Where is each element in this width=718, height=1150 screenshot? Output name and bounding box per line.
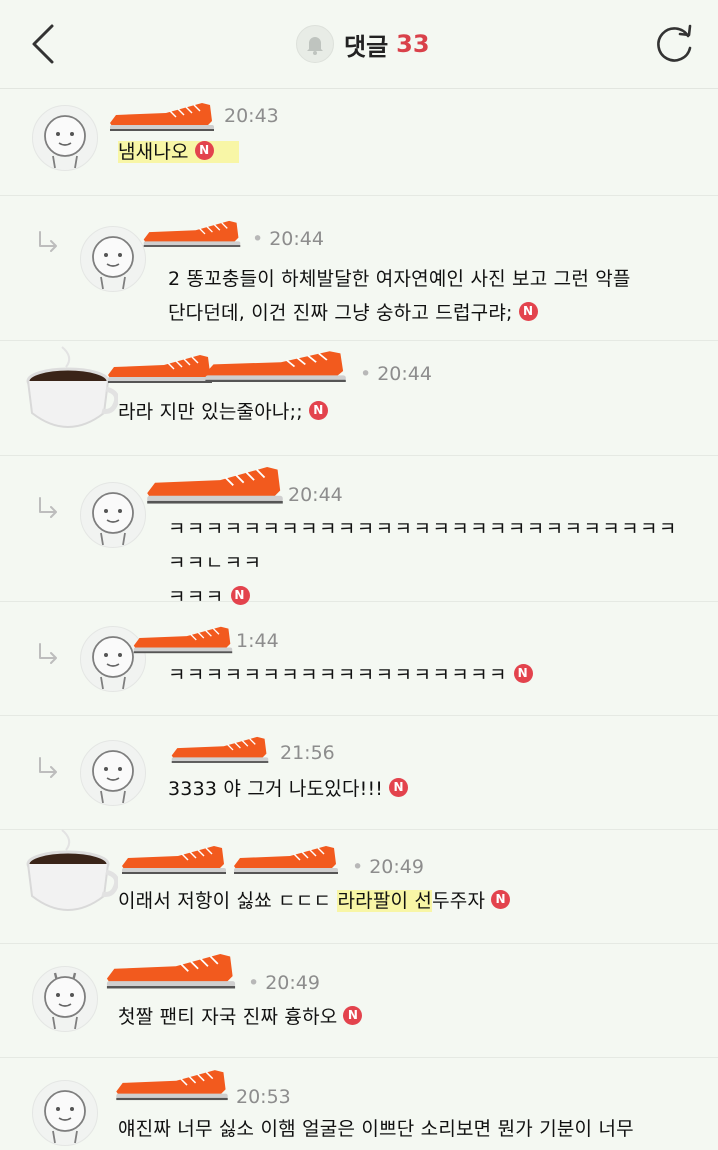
page-title: 댓글 [344,32,389,61]
comment-item[interactable]: 20:43 냄새나오 N [0,89,718,196]
comment-time: 20:44 [288,484,343,506]
comment-meta: • 20:49 [102,950,422,994]
refresh-icon [657,24,692,62]
comment-reply-item[interactable]: • 20:44 2 똥꼬충들이 하체발달한 여자연예인 사진 보고 그런 악플 단… [0,196,718,341]
character-avatar-icon [92,750,134,804]
comment-text: 냄새나오 N [118,135,678,169]
comment-time: • 20:44 [252,228,324,250]
top-bar: 댓글 33 [0,0,718,89]
refresh-button[interactable] [650,20,698,68]
comment-meta: • 20:44 [104,349,464,385]
comment-time: • 20:49 [248,972,320,994]
comment-reply-item[interactable]: 21:56 3333 야 그거 나도있다!!! N [0,716,718,830]
comment-item[interactable]: • 20:49 이래서 저항이 싫쑈 ㄷㄷㄷ 라라팔이 선두주자 N [0,830,718,944]
new-badge: N [343,1006,363,1025]
comment-time: 21:56 [280,742,335,764]
nickname-sticker[interactable] [106,101,218,131]
character-avatar-icon [44,1090,86,1144]
new-badge: N [518,302,538,321]
avatar[interactable] [32,105,98,171]
comment-item[interactable]: 20:53 얘진짜 너무 싫소 이햄 얼굴은 이쁘단 소리보면 뭔가 기분이 너… [0,1058,718,1150]
rabbit-avatar-icon [44,972,86,1030]
nickname-sticker[interactable] [112,1064,232,1104]
character-avatar-icon [44,115,86,169]
comment-text: 3333 야 그거 나도있다!!! N [168,772,688,806]
comment-count: 33 [396,30,430,58]
comment-text: 첫짤 팬티 자국 진짜 흉하오 N [118,1000,678,1034]
comment-time: • 20:44 [360,363,432,385]
coffee-cup-avatar-icon [22,824,118,920]
comment-meta: 20:44 [142,462,462,506]
new-badge: N [389,778,409,797]
comment-meta: 20:53 [112,1064,432,1108]
avatar[interactable] [32,1080,98,1146]
nickname-sticker[interactable] [118,842,350,876]
reply-arrow-icon [39,231,57,252]
comment-time: 20:43 [224,105,279,127]
comment-meta: 1:44 [130,624,450,654]
character-avatar-icon [92,492,134,546]
nickname-sticker[interactable] [142,462,288,506]
comment-item[interactable]: • 20:44 라라 지만 있는줄아나;; N [0,341,718,456]
new-badge: N [491,890,511,909]
nickname-sticker[interactable] [104,349,354,385]
reply-arrow-icon [39,497,57,518]
bell-icon [307,37,323,55]
comment-reply-item[interactable]: 20:44 ㅋㅋㅋㅋㅋㅋㅋㅋㅋㅋㅋㅋㅋㅋㅋㅋㅋㅋㅋㅋㅋㅋㅋㅋㅋㅋㅋㅋㅋㄴㅋㅋ ㅋ… [0,456,718,608]
new-badge: N [194,141,214,160]
comment-meta: 21:56 [168,734,488,764]
new-badge: N [308,401,328,420]
comment-meta: • 20:49 [118,842,478,878]
comment-time: 20:53 [236,1086,291,1108]
comment-text: 이래서 저항이 싫쑈 ㄷㄷㄷ 라라팔이 선두주자 N [118,884,698,918]
avatar[interactable] [80,482,146,548]
nickname-sticker[interactable] [102,950,240,990]
bell-button[interactable] [296,25,334,63]
comment-reply-item[interactable]: 1:44 ㅋㅋㅋㅋㅋㅋㅋㅋㅋㅋㅋㅋㅋㅋㅋㅋㅋㅋ N [0,602,718,716]
new-badge: N [513,664,533,683]
comment-meta: 20:43 [106,101,406,131]
nickname-sticker[interactable] [130,624,236,654]
comment-item[interactable]: • 20:49 첫짤 팬티 자국 진짜 흉하오 N [0,944,718,1058]
back-button[interactable] [22,20,66,68]
reply-arrow-icon [39,757,57,778]
nickname-sticker[interactable] [140,218,244,248]
avatar[interactable] [80,740,146,806]
avatar[interactable] [32,966,98,1032]
comment-time: 1:44 [236,630,279,652]
nickname-sticker[interactable] [168,734,272,764]
comment-meta: • 20:44 [140,218,460,250]
comment-text: 라라 지만 있는줄아나;; N [118,395,678,429]
comment-text: 얘진짜 너무 싫소 이햄 얼굴은 이쁘단 소리보면 뭔가 기분이 너무 [118,1118,634,1140]
comment-text: 2 똥꼬충들이 하체발달한 여자연예인 사진 보고 그런 악플 단다던데, 이건… [168,268,631,324]
character-avatar-icon [92,236,134,290]
reply-arrow-icon [39,643,57,664]
avatar[interactable] [80,226,146,292]
comment-time: • 20:49 [352,856,424,878]
header-title: 댓글 33 [296,22,430,66]
comment-list: 20:43 냄새나오 N • 20:44 2 똥꼬충들이 하체발달한 여자연예인… [0,89,718,1150]
chevron-left-icon [32,24,54,64]
avatar[interactable] [22,824,118,920]
comment-text: ㅋㅋㅋㅋㅋㅋㅋㅋㅋㅋㅋㅋㅋㅋㅋㅋㅋㅋㅋㅋㅋㅋㅋㅋㅋㅋㅋㅋㅋㄴㅋㅋ ㅋㅋㅋ N [168,518,678,608]
comment-text: ㅋㅋㅋㅋㅋㅋㅋㅋㅋㅋㅋㅋㅋㅋㅋㅋㅋㅋ N [168,658,688,692]
